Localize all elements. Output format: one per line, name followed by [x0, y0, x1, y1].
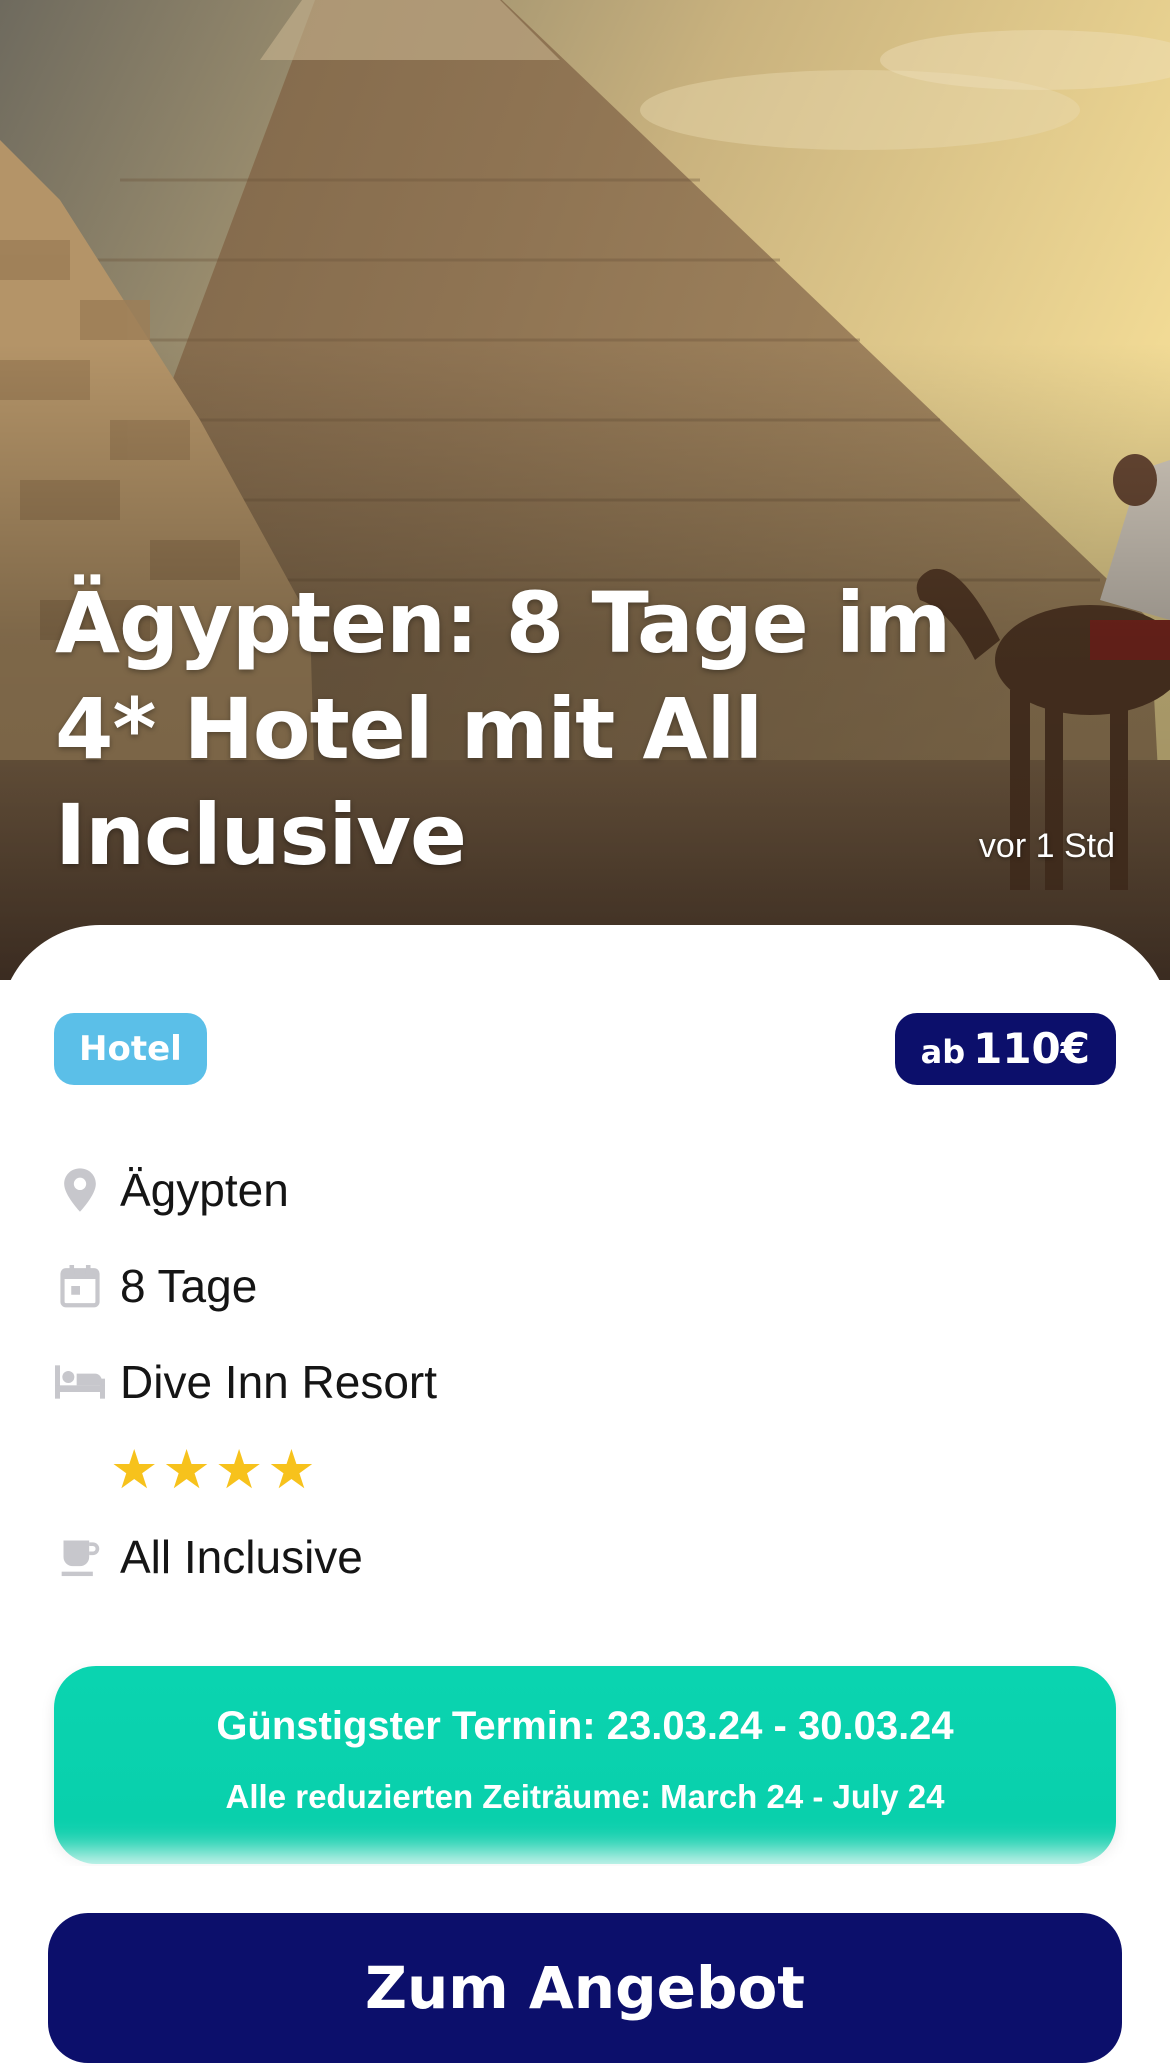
offer-title: Ägypten: 8 Tage im 4* Hotel mit All Incl… — [55, 574, 951, 884]
star-icon: ★ — [110, 1438, 159, 1501]
to-offer-button[interactable]: Zum Angebot — [48, 1913, 1122, 2063]
board-text: All Inclusive — [120, 1531, 363, 1583]
cheapest-date: Günstigster Termin: 23.03.24 - 30.03.24 — [216, 1704, 954, 1748]
bed-icon — [54, 1356, 106, 1408]
hotel-name: Dive Inn Resort — [120, 1356, 438, 1408]
destination-text: Ägypten — [120, 1164, 289, 1216]
star-icon: ★ — [214, 1438, 264, 1501]
price-badge: ab 110€ — [894, 1013, 1116, 1085]
board-row: All Inclusive — [54, 1527, 363, 1587]
calendar-icon — [54, 1260, 106, 1312]
star-icon: ★ — [267, 1438, 316, 1501]
hotel-rating: ★ ★ ★ ★ — [110, 1443, 316, 1497]
coffee-cup-icon — [54, 1531, 106, 1583]
map-pin-icon — [54, 1164, 106, 1216]
duration-text: 8 Tage — [120, 1260, 258, 1312]
reduced-periods: Alle reduzierten Zeiträume: March 24 - J… — [225, 1778, 945, 1815]
hero-image: Ägypten: 8 Tage im 4* Hotel mit All Incl… — [0, 0, 1170, 980]
hotel-row: Dive Inn Resort — [54, 1352, 437, 1412]
travel-dates-box: Günstigster Termin: 23.03.24 - 30.03.24 … — [54, 1666, 1116, 1864]
price-amount: 110€ — [973, 1024, 1090, 1073]
category-badge: Hotel — [54, 1013, 207, 1085]
destination-row: Ägypten — [54, 1160, 289, 1220]
star-icon: ★ — [162, 1438, 211, 1501]
posted-time: vor 1 Std — [978, 827, 1115, 865]
price-prefix: ab — [920, 1033, 966, 1071]
duration-row: 8 Tage — [54, 1256, 257, 1316]
